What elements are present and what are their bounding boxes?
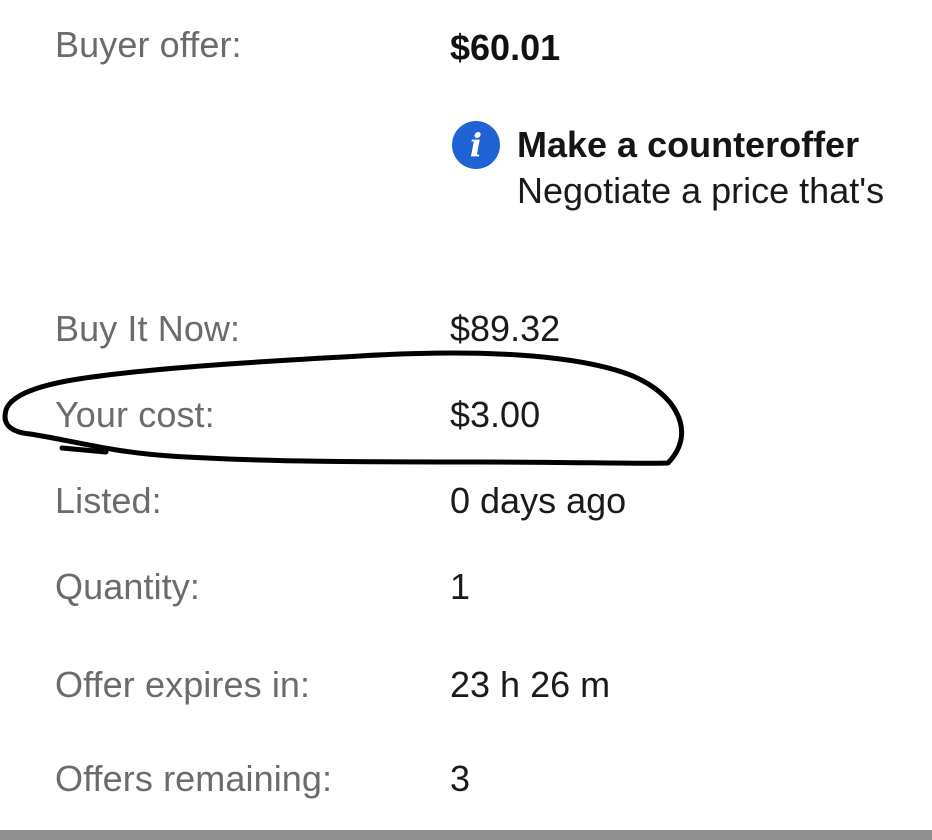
bottom-divider	[0, 830, 932, 840]
quantity-label: Quantity:	[55, 566, 200, 607]
buy-it-now-value: $89.32	[450, 308, 561, 349]
counteroffer-title[interactable]: Make a counteroffer	[517, 124, 859, 166]
counteroffer-subtitle: Negotiate a price that's	[517, 170, 885, 211]
buy-it-now-label: Buy It Now:	[55, 308, 241, 349]
buyer-offer-label: Buyer offer:	[55, 24, 242, 65]
quantity-value: 1	[450, 566, 471, 607]
your-cost-label: Your cost:	[55, 394, 215, 435]
info-icon: i	[452, 121, 500, 169]
listed-value: 0 days ago	[450, 480, 627, 521]
offers-remaining-label: Offers remaining:	[55, 758, 333, 799]
offers-remaining-value: 3	[450, 758, 471, 799]
your-cost-value: $3.00	[450, 394, 541, 435]
buyer-offer-value: $60.01	[450, 27, 561, 68]
listed-label: Listed:	[55, 480, 162, 521]
offer-expires-value: 23 h 26 m	[450, 664, 611, 705]
offer-expires-label: Offer expires in:	[55, 664, 311, 705]
